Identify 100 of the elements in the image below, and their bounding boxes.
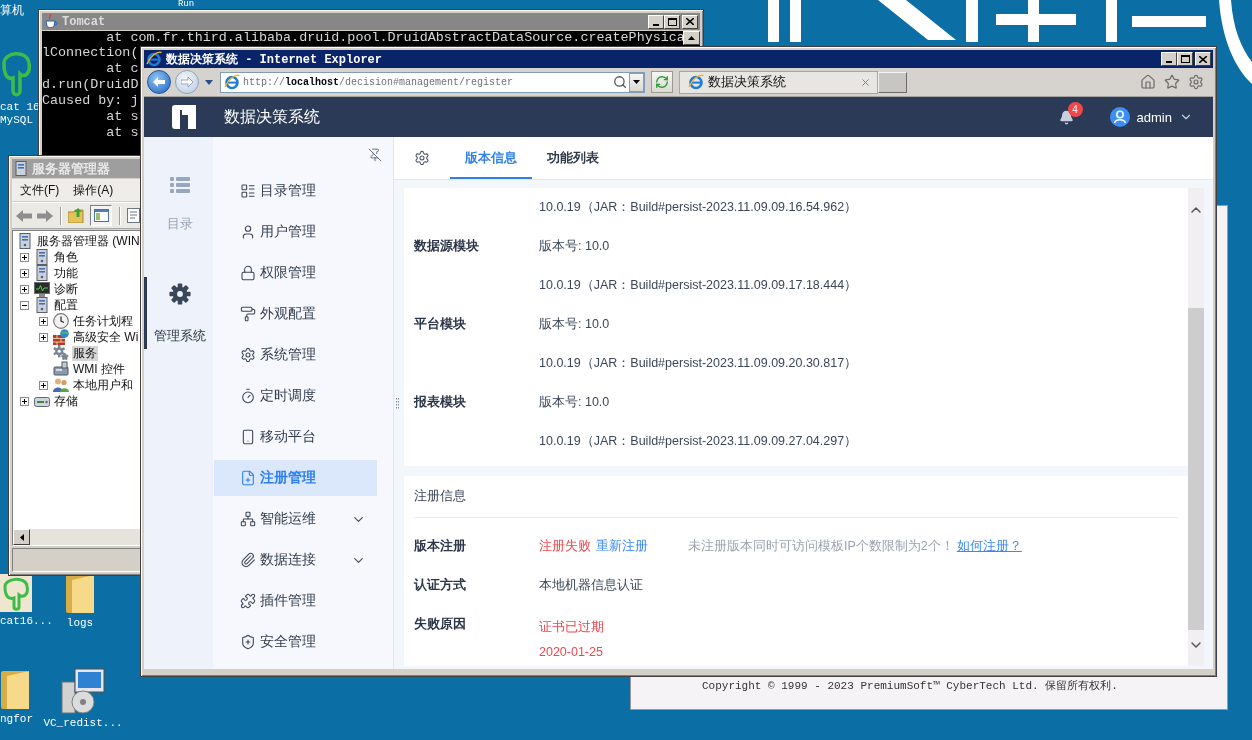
nav-item[interactable]: 用户管理 xyxy=(214,214,377,250)
tree-item[interactable]: 服务器管理器 (WIN xyxy=(36,233,141,249)
refresh-button[interactable] xyxy=(651,71,673,93)
back-arrow-icon[interactable] xyxy=(16,209,32,222)
menu-item[interactable]: 操作(A) xyxy=(66,180,121,200)
tree-item[interactable]: WMI 控件 xyxy=(72,361,126,377)
info-label: 版本注册 xyxy=(414,538,466,555)
paint-roller-icon xyxy=(240,306,256,322)
back-button[interactable] xyxy=(147,70,171,94)
list-icon xyxy=(240,183,256,199)
menu-item[interactable]: 文件(F) xyxy=(13,180,67,200)
scroll-left-button[interactable] xyxy=(13,529,30,545)
expand-icon[interactable] xyxy=(20,268,29,278)
users-icon xyxy=(53,377,69,393)
nav-item[interactable]: 插件管理 xyxy=(214,583,377,619)
nav-item[interactable]: 目录管理 xyxy=(214,173,377,209)
server-icon xyxy=(17,233,33,249)
user-menu[interactable]: admin xyxy=(1109,107,1193,127)
browser-tab[interactable]: 数据决策系统 xyxy=(679,70,878,94)
close-icon[interactable] xyxy=(860,76,871,88)
tree-item[interactable]: 功能 xyxy=(53,265,79,281)
expand-icon[interactable] xyxy=(39,380,48,390)
home-icon[interactable] xyxy=(1140,74,1156,90)
bell-icon[interactable] xyxy=(1058,109,1074,125)
tree-item[interactable]: 本地用户和 xyxy=(72,377,134,393)
server-icon xyxy=(34,249,50,265)
right-arrow-icon xyxy=(181,77,193,87)
nav-item[interactable]: 系统管理 xyxy=(214,337,377,373)
tree-pane-button[interactable] xyxy=(90,205,112,226)
gear-icon xyxy=(240,347,256,363)
address-field[interactable]: http://localhost/decision#management/register xyxy=(220,71,645,93)
scrollbar-thumb[interactable] xyxy=(1188,308,1204,630)
server-icon xyxy=(14,161,28,176)
tree-item[interactable]: 配置 xyxy=(53,297,79,313)
info-label: 认证方式 xyxy=(414,577,466,594)
scroll-up-button[interactable] xyxy=(683,31,700,45)
caret-icon xyxy=(633,80,640,84)
document-icon[interactable] xyxy=(127,208,140,223)
minimize-button[interactable] xyxy=(648,14,664,29)
expand-icon[interactable] xyxy=(39,316,48,326)
tree-item[interactable]: 诊断 xyxy=(53,281,79,297)
minimize-button[interactable] xyxy=(1161,52,1177,66)
help-link[interactable]: 如何注册？ xyxy=(956,538,1022,555)
scrollbar[interactable] xyxy=(1188,188,1204,666)
section-title: 注册信息 xyxy=(414,488,466,505)
nav-item[interactable]: 外观配置 xyxy=(214,296,377,332)
info-value: 版本号: 10.0 xyxy=(539,238,610,255)
nav-item[interactable]: 定时调度 xyxy=(214,378,377,414)
tree-item[interactable]: 角色 xyxy=(53,249,79,265)
app-icon xyxy=(0,574,32,612)
server-icon xyxy=(34,265,50,281)
scrollbar[interactable] xyxy=(13,529,143,545)
nav-item[interactable]: 数据连接 xyxy=(214,542,377,578)
tab[interactable]: 功能列表 xyxy=(532,137,614,179)
icon-label[interactable]: logs xyxy=(66,617,94,630)
expand-icon[interactable] xyxy=(20,252,29,262)
nav-item[interactable]: 权限管理 xyxy=(214,255,377,291)
expand-icon[interactable] xyxy=(39,332,48,342)
error-text: 2020-01-25 xyxy=(539,644,604,661)
tree-item[interactable]: 存储 xyxy=(53,393,79,409)
pin-icon[interactable] xyxy=(368,148,382,162)
new-tab-button[interactable] xyxy=(878,71,907,93)
tree-item[interactable]: 任务计划程 xyxy=(72,313,134,329)
refresh-icon xyxy=(655,75,669,89)
pane-icon xyxy=(93,209,109,222)
icon-label[interactable]: ngfor xyxy=(0,713,33,726)
re-register-link[interactable]: 重新注册 xyxy=(596,538,648,555)
close-button[interactable] xyxy=(682,14,698,29)
address-dropdown-button[interactable] xyxy=(629,72,644,92)
expand-icon[interactable] xyxy=(20,396,29,406)
icon-label[interactable]: Run xyxy=(177,0,195,9)
expand-icon[interactable] xyxy=(20,284,29,294)
drag-handle-icon[interactable] xyxy=(396,398,399,410)
tree-item[interactable]: 服务 xyxy=(72,345,98,361)
info-label: 平台模块 xyxy=(414,316,466,333)
maximize-button[interactable] xyxy=(664,14,680,29)
maximize-icon xyxy=(1180,55,1190,63)
icon-label[interactable]: 算机 xyxy=(0,4,24,18)
brick-wall-icon xyxy=(53,329,69,345)
phone-icon xyxy=(240,429,256,445)
clock-icon xyxy=(53,313,69,329)
info-value: 本地机器信息认证 xyxy=(539,577,643,594)
settings-icon[interactable] xyxy=(414,150,430,166)
nav-item[interactable]: 智能运维 xyxy=(214,501,377,537)
logo-icon xyxy=(224,74,240,90)
tree-item[interactable]: 高级安全 Wi xyxy=(72,329,140,345)
icon-label[interactable]: VC_redist... xyxy=(43,717,123,730)
info-label: 报表模块 xyxy=(414,394,466,411)
nav-item[interactable]: 安全管理 xyxy=(214,624,377,660)
icon-label[interactable]: cat16... xyxy=(0,615,53,628)
close-button[interactable] xyxy=(1195,52,1211,66)
collapse-icon[interactable] xyxy=(20,300,29,310)
maximize-button[interactable] xyxy=(1177,52,1193,66)
close-icon xyxy=(686,18,694,25)
folder-up-icon[interactable] xyxy=(68,208,85,223)
nav-item[interactable]: 移动平台 xyxy=(214,419,377,455)
settings-icon[interactable] xyxy=(1188,74,1204,90)
forward-arrow-icon[interactable] xyxy=(37,209,53,222)
star-icon[interactable] xyxy=(1164,74,1180,90)
timer-icon xyxy=(240,388,256,404)
